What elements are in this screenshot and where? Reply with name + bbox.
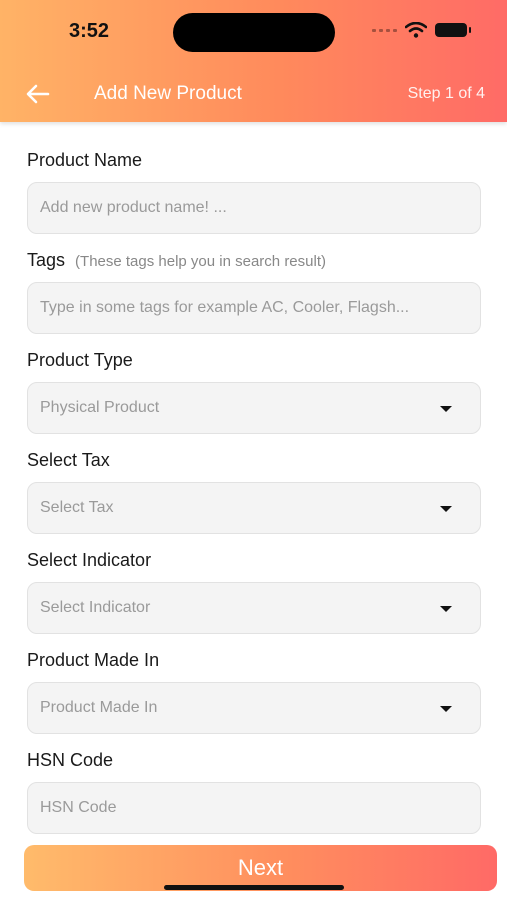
tax-group: Select Tax Select Tax: [27, 448, 481, 534]
indicator-select[interactable]: Select Indicator: [27, 582, 481, 634]
home-indicator: [164, 885, 344, 890]
signal-icon: [372, 28, 397, 32]
dropdown-arrow-icon: [440, 606, 452, 612]
tax-label: Select Tax: [27, 450, 110, 470]
tags-hint: (These tags help you in search result): [75, 253, 326, 270]
hsn-label: HSN Code: [27, 750, 114, 770]
next-button-label: Next: [237, 855, 284, 880]
tags-label: Tags: [27, 250, 66, 270]
tags-placeholder: Type in some tags for example AC, Cooler…: [40, 299, 410, 316]
battery-icon: [435, 23, 471, 37]
product-type-group: Product Type Physical Product: [27, 348, 481, 434]
product-type-label: Product Type: [27, 350, 133, 370]
made-in-group: Product Made In Product Made In: [27, 648, 481, 734]
wifi-icon: [405, 22, 427, 38]
page-title: Add New Product: [94, 83, 242, 104]
made-in-select[interactable]: Product Made In: [27, 682, 481, 734]
status-icons: [372, 22, 471, 38]
hsn-group: HSN Code HSN Code: [27, 748, 481, 834]
dropdown-arrow-icon: [440, 406, 452, 412]
back-arrow-icon[interactable]: [24, 80, 52, 108]
tax-select[interactable]: Select Tax: [27, 482, 481, 534]
hsn-input[interactable]: HSN Code: [27, 782, 481, 834]
tags-group: Tags (These tags help you in search resul…: [27, 248, 481, 334]
dropdown-arrow-icon: [440, 506, 452, 512]
camera-notch: [173, 13, 335, 52]
product-type-value: Physical Product: [40, 399, 160, 416]
product-name-group: Product Name Add new product name! ...: [27, 148, 481, 234]
indicator-label: Select Indicator: [27, 550, 152, 570]
app-header: 3:52 Add New Product Step 1 of 4: [0, 0, 507, 122]
made-in-label: Product Made In: [27, 650, 160, 670]
tax-value: Select Tax: [40, 499, 114, 516]
product-form: Product Name Add new product name! ... T…: [27, 148, 481, 848]
indicator-value: Select Indicator: [40, 599, 151, 616]
indicator-group: Select Indicator Select Indicator: [27, 548, 481, 634]
tags-label-row: Tags (These tags help you in search resul…: [27, 248, 481, 272]
hsn-placeholder: HSN Code: [40, 799, 117, 816]
dropdown-arrow-icon: [440, 706, 452, 712]
status-time: 3:52: [69, 20, 110, 42]
step-indicator: Step 1 of 4: [407, 85, 485, 102]
made-in-value: Product Made In: [40, 699, 158, 716]
product-name-label: Product Name: [27, 150, 143, 170]
tags-input[interactable]: Type in some tags for example AC, Cooler…: [27, 282, 481, 334]
product-name-input[interactable]: Add new product name! ...: [27, 182, 481, 234]
product-type-select[interactable]: Physical Product: [27, 382, 481, 434]
product-name-placeholder: Add new product name! ...: [40, 199, 227, 216]
